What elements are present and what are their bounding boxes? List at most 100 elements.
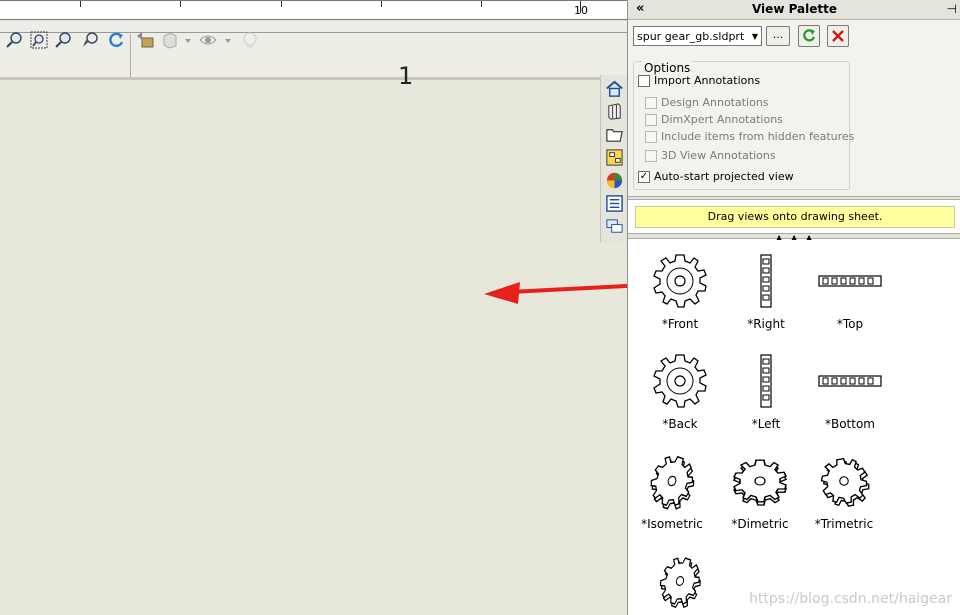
tab-appearances[interactable] (602, 169, 626, 192)
checkbox-box (645, 149, 657, 162)
refresh-icon (803, 29, 816, 42)
view-top[interactable]: *Top (808, 243, 892, 338)
options-title: Options (642, 61, 693, 75)
tab-forum[interactable] (602, 215, 626, 238)
view-label: *Isometric (641, 517, 703, 531)
ruler-tick (80, 1, 81, 7)
watermark: https://blog.csdn.net/haigear (749, 591, 952, 607)
tab-file-explorer[interactable] (602, 123, 626, 146)
option-label: Import Annotations (654, 74, 761, 87)
toolbar-vertical-separator (130, 34, 131, 78)
clear-button[interactable] (827, 25, 849, 47)
pan-view-icon[interactable] (135, 30, 155, 50)
design-library-icon (607, 103, 621, 120)
ruler-tick (180, 1, 181, 7)
ruler-label: 10 (574, 4, 588, 17)
view-palette-icon (605, 149, 623, 166)
hidden-features-checkbox[interactable]: Include items from hidden features (645, 130, 854, 143)
view-right[interactable]: *Right (724, 243, 808, 338)
view-label: *Back (662, 417, 698, 431)
file-select-value: spur gear_gb.sldprt (637, 29, 745, 43)
close-icon (832, 30, 844, 42)
appearances-icon (606, 172, 622, 189)
view-back[interactable]: *Back (638, 343, 722, 438)
zoom-selection-icon[interactable] (80, 30, 100, 50)
view-label: *Bottom (824, 417, 875, 431)
view-label: *Trimetric (814, 517, 874, 531)
view-trimetric[interactable]: *Trimetric (802, 443, 886, 538)
dimxpert-annotations-checkbox[interactable]: DimXpert Annotations (645, 113, 783, 126)
zoom-in-out-icon[interactable] (54, 30, 74, 50)
view-isometric[interactable]: *Isometric (630, 443, 714, 538)
view-palette-title: View Palette (751, 2, 838, 16)
view-extra[interactable] (638, 543, 722, 615)
options-group: Options Import Annotations Design Annota… (633, 61, 854, 190)
horizontal-ruler: 10 (0, 0, 627, 20)
custom-properties-icon (605, 195, 623, 212)
option-label: DimXpert Annotations (661, 113, 783, 126)
gear-isometric-icon (659, 557, 701, 609)
hide-show-items-icon[interactable] (198, 30, 218, 50)
tab-custom-properties[interactable] (602, 192, 626, 215)
chevron-down-icon: ▼ (751, 31, 758, 41)
option-label: Auto-start projected view (654, 170, 794, 183)
view-palette-header: « View Palette ⊣ (628, 0, 960, 20)
view-front[interactable]: *Front (638, 243, 722, 338)
ruler-tick (281, 1, 282, 7)
gear-back-icon (653, 354, 707, 408)
gear-side-icon (760, 254, 772, 308)
ruler-tick (381, 1, 382, 7)
home-icon (605, 80, 623, 97)
gear-top-icon (818, 375, 882, 387)
chevron-down-icon[interactable] (184, 37, 192, 45)
chat-bubbles-icon (605, 219, 623, 233)
rotate-view-icon[interactable] (106, 30, 126, 50)
gear-top-icon (818, 275, 882, 287)
gear-dimetric-icon (732, 459, 788, 506)
chevron-down-icon[interactable] (224, 37, 232, 45)
browse-button[interactable]: ... (766, 26, 790, 46)
gear-side-icon (760, 354, 772, 408)
file-select[interactable]: spur gear_gb.sldprt ▼ (633, 26, 762, 46)
option-label: Include items from hidden features (661, 130, 855, 143)
option-label: 3D View Annotations (661, 149, 776, 162)
sheet-label: 1 (398, 62, 414, 90)
auto-start-projected-view-checkbox[interactable]: ✓ Auto-start projected view (638, 170, 794, 183)
view-label: *Left (751, 417, 781, 431)
view-bottom[interactable]: *Bottom (808, 343, 892, 438)
option-label: Design Annotations (661, 96, 769, 109)
checkbox-box (645, 96, 657, 109)
pin-panel-icon[interactable]: ⊣ (947, 2, 957, 16)
view-palette-controls: spur gear_gb.sldprt ▼ ... Options Import… (628, 20, 960, 196)
panel-divider (628, 196, 960, 200)
checkbox-box (645, 130, 657, 143)
apply-scene-icon[interactable] (240, 30, 260, 50)
import-annotations-checkbox[interactable]: Import Annotations (638, 74, 760, 87)
view-thumbnails: *Front *Right *Top *Back *Left *Bottom *… (628, 240, 960, 615)
view-label: *Front (661, 317, 699, 331)
folder-icon (605, 129, 623, 142)
checkmark-icon: ✓ (638, 170, 650, 183)
zoom-area-icon[interactable] (29, 30, 49, 50)
refresh-button[interactable] (798, 25, 820, 47)
checkbox-box (645, 113, 657, 126)
design-annotations-checkbox[interactable]: Design Annotations (645, 96, 769, 109)
tab-view-palette[interactable] (602, 146, 626, 169)
view-label: *Right (747, 317, 785, 331)
view-dimetric[interactable]: *Dimetric (718, 443, 802, 538)
3d-view-annotations-checkbox[interactable]: 3D View Annotations (645, 149, 776, 162)
display-style-icon[interactable] (160, 30, 180, 50)
checkbox-box (638, 74, 650, 87)
drag-hint-banner: Drag views onto drawing sheet. (635, 206, 955, 228)
gear-trimetric-icon (820, 457, 870, 507)
zoom-to-fit-icon[interactable] (4, 30, 24, 50)
view-label: *Top (836, 317, 864, 331)
view-label: *Dimetric (731, 517, 789, 531)
gear-isometric-icon (650, 455, 695, 510)
view-palette-panel: « View Palette ⊣ spur gear_gb.sldprt ▼ .… (627, 0, 960, 615)
tab-design-library[interactable] (602, 100, 626, 123)
tab-solidworks-resources[interactable] (602, 77, 626, 100)
view-toolbar: 1 (0, 22, 627, 90)
view-left[interactable]: *Left (724, 343, 808, 438)
ruler-tick (481, 1, 482, 7)
